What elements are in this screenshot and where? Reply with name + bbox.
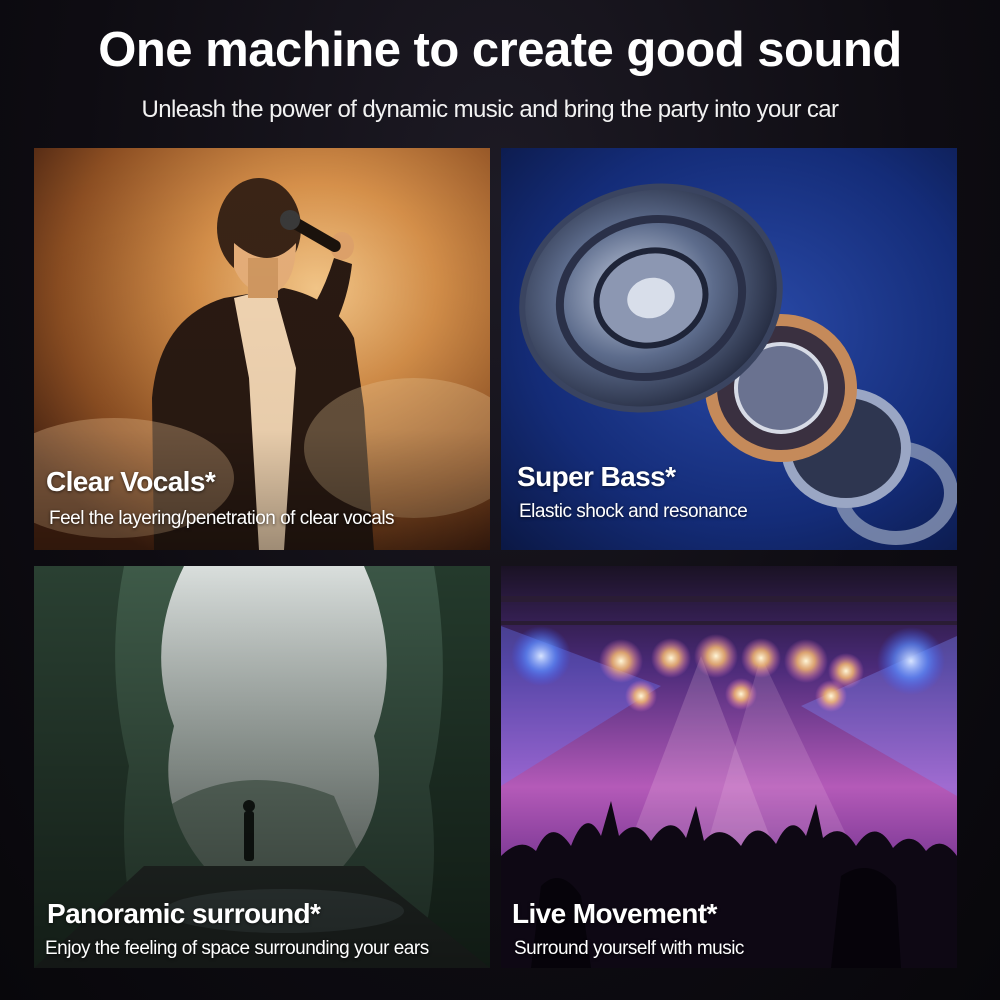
feature-panel-clear-vocals: Clear Vocals* Feel the layering/penetrat… xyxy=(34,148,490,550)
panel-description: Surround yourself with music xyxy=(514,938,744,959)
panel-description: Elastic shock and resonance xyxy=(519,501,748,522)
panel-title: Panoramic surround* xyxy=(47,898,321,929)
panel-description: Feel the layering/penetration of clear v… xyxy=(49,508,395,529)
page-subheadline: Unleash the power of dynamic music and b… xyxy=(141,96,840,123)
feature-panel-super-bass: Super Bass* Elastic shock and resonance xyxy=(501,148,957,550)
panel-title: Clear Vocals* xyxy=(46,466,216,497)
page-headline: One machine to create good sound xyxy=(98,23,902,77)
panel-title: Live Movement* xyxy=(512,898,717,929)
panel-description: Enjoy the feeling of space surrounding y… xyxy=(45,938,429,959)
panel-title: Super Bass* xyxy=(517,461,676,492)
feature-panel-live-movement: Live Movement* Surround yourself with mu… xyxy=(501,566,957,968)
feature-panel-panoramic-surround: Panoramic surround* Enjoy the feeling of… xyxy=(34,566,490,968)
